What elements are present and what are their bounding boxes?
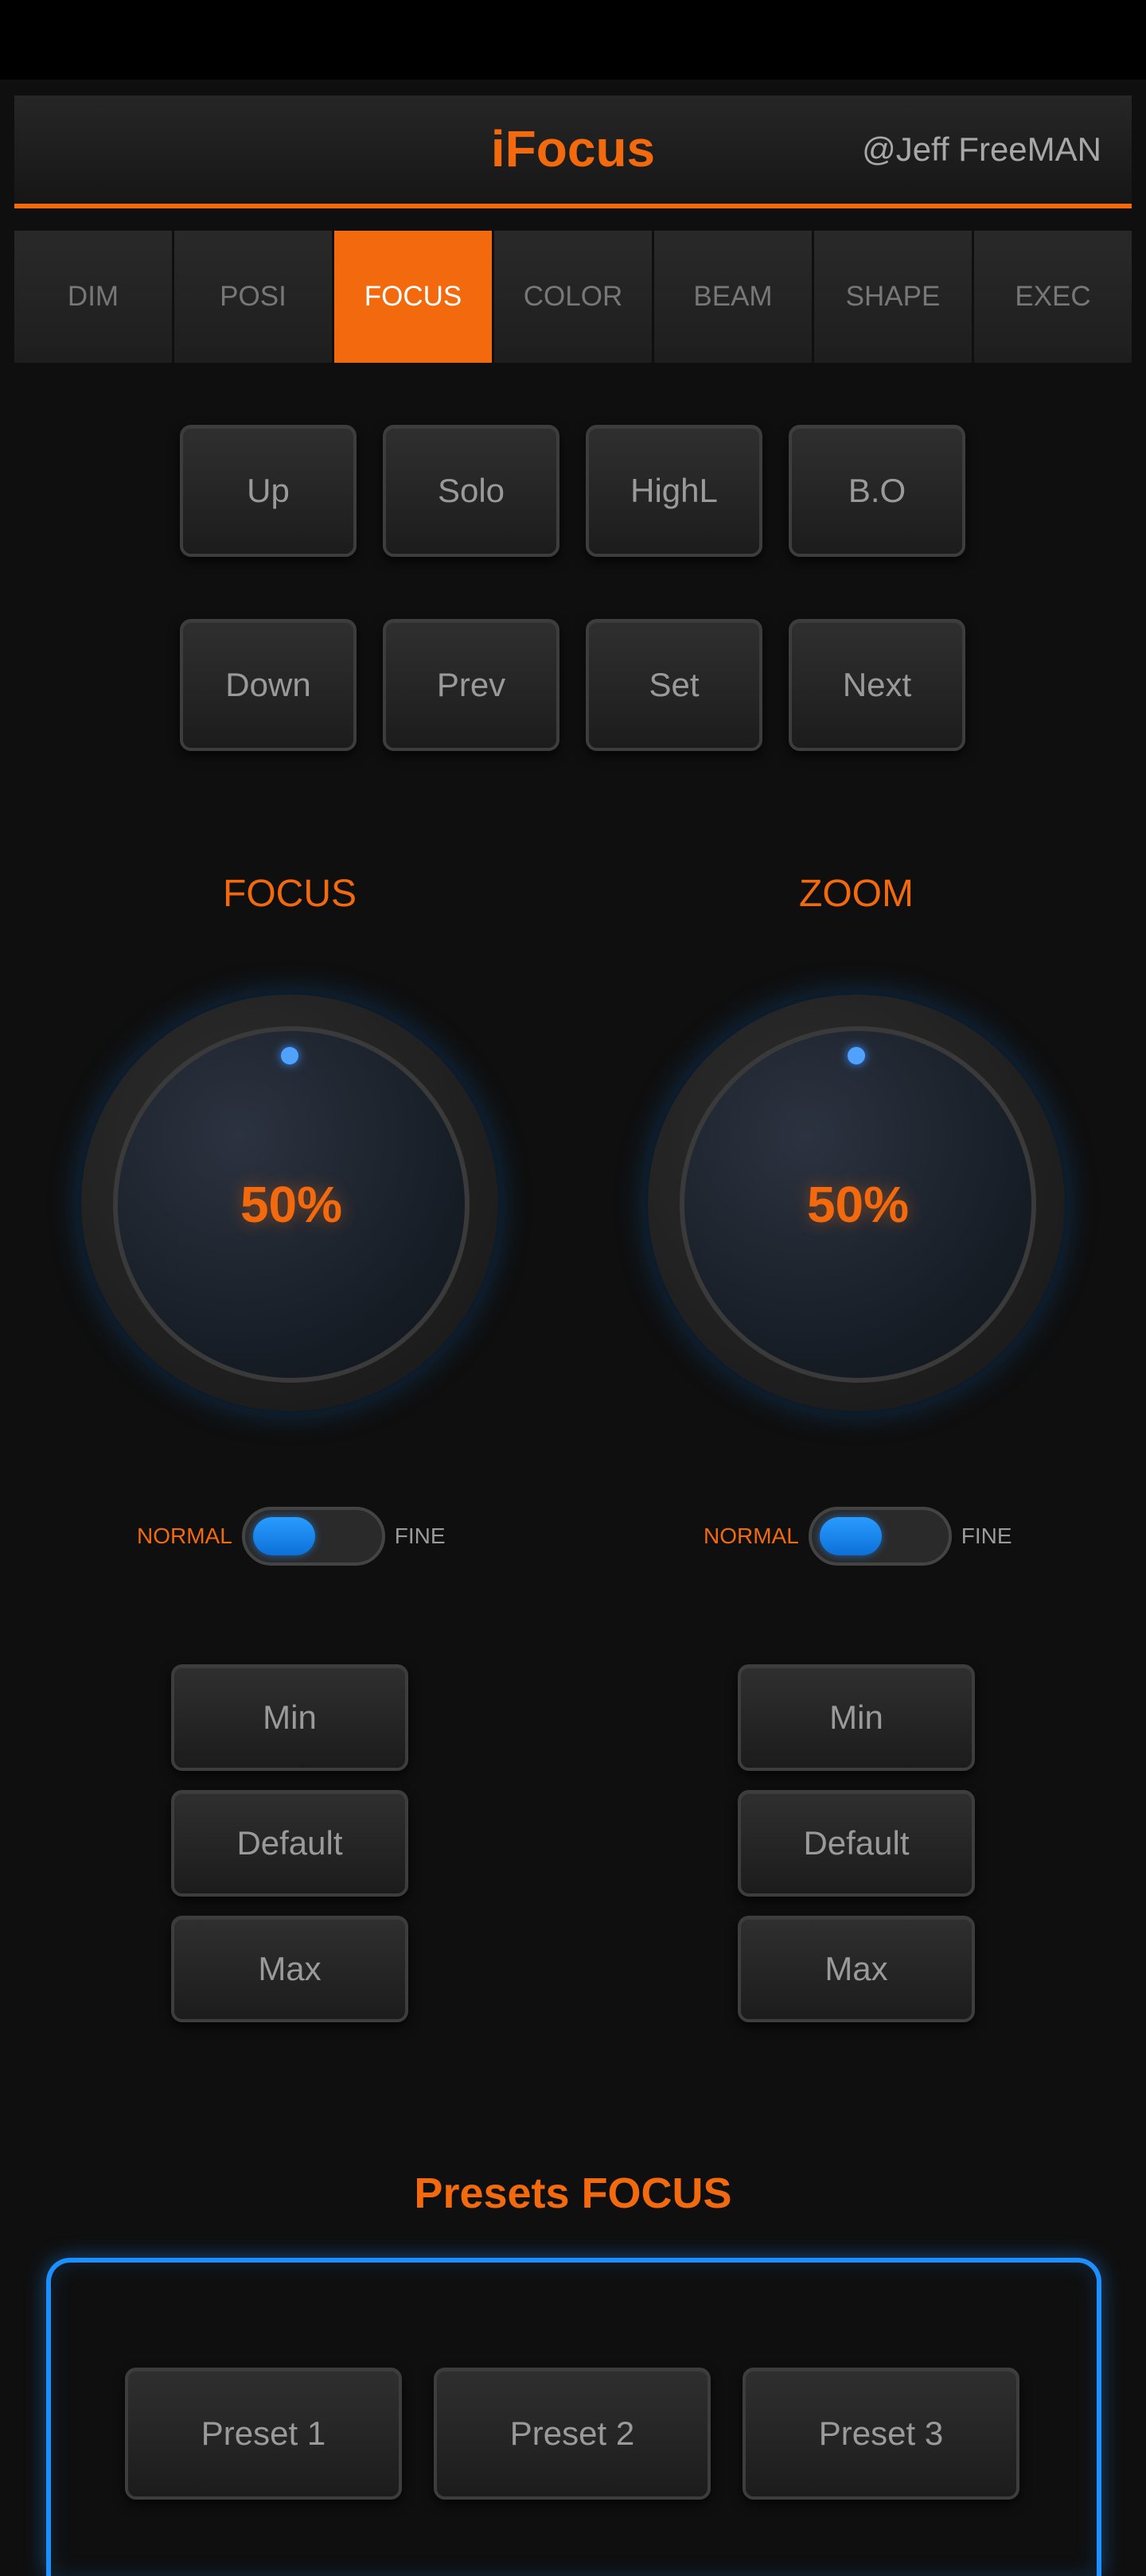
zoom-min-button[interactable]: Min [738, 1664, 975, 1771]
zoom-knob[interactable]: 50% [648, 994, 1065, 1411]
focus-normal-label: NORMAL [137, 1523, 232, 1548]
focus-max-button[interactable]: Max [171, 1916, 408, 2022]
tab-beam[interactable]: BEAM [654, 231, 814, 363]
highlight-button[interactable]: HighL [586, 425, 762, 557]
focus-knob-value: 50% [240, 1176, 343, 1233]
down-button[interactable]: Down [180, 619, 357, 751]
focus-knob-face: 50% [113, 1026, 470, 1383]
zoom-default-button[interactable]: Default [738, 1790, 975, 1897]
preset-3-button[interactable]: Preset 3 [743, 2368, 1019, 2500]
zoom-max-button[interactable]: Max [738, 1916, 975, 2022]
zoom-normal-label: NORMAL [704, 1523, 799, 1548]
user-handle: @Jeff FreeMAN [862, 130, 1101, 168]
zoom-mode-toggle-row: NORMAL FINE [704, 1507, 1054, 1566]
prev-button[interactable]: Prev [383, 619, 559, 751]
preset-1-button[interactable]: Preset 1 [125, 2368, 402, 2500]
tab-posi[interactable]: POSI [174, 231, 334, 363]
focus-fine-label: FINE [394, 1523, 446, 1548]
zoom-knob-value: 50% [806, 1176, 910, 1233]
category-tabs: DIM POSI FOCUS COLOR BEAM SHAPE EXEC [14, 231, 1132, 363]
focus-switch-thumb [252, 1517, 315, 1555]
tab-dim[interactable]: DIM [14, 231, 174, 363]
focus-knob-label: FOCUS [223, 873, 357, 915]
blackout-button[interactable]: B.O [789, 425, 965, 557]
focus-default-button[interactable]: Default [171, 1790, 408, 1897]
presets-title: Presets FOCUS [414, 2169, 732, 2217]
zoom-switch-thumb [819, 1517, 882, 1555]
tab-focus[interactable]: FOCUS [334, 231, 494, 363]
set-button[interactable]: Set [586, 619, 762, 751]
tab-exec[interactable]: EXEC [974, 231, 1132, 363]
zoom-knob-indicator [848, 1047, 865, 1064]
focus-knob-indicator [281, 1047, 298, 1064]
solo-button[interactable]: Solo [383, 425, 559, 557]
zoom-knob-face: 50% [680, 1026, 1036, 1383]
zoom-fine-label: FINE [961, 1523, 1012, 1548]
focus-fine-switch[interactable] [241, 1507, 385, 1566]
zoom-fine-switch[interactable] [808, 1507, 952, 1566]
next-button[interactable]: Next [789, 619, 965, 751]
app-header: iFocus @Jeff FreeMAN [14, 95, 1132, 208]
focus-knob[interactable]: 50% [81, 994, 498, 1411]
zoom-knob-label: ZOOM [799, 873, 914, 915]
up-button[interactable]: Up [180, 425, 357, 557]
focus-mode-toggle-row: NORMAL FINE [137, 1507, 487, 1566]
tab-shape[interactable]: SHAPE [814, 231, 974, 363]
preset-2-button[interactable]: Preset 2 [434, 2368, 711, 2500]
tab-color[interactable]: COLOR [494, 231, 654, 363]
focus-min-button[interactable]: Min [171, 1664, 408, 1771]
status-bar [0, 0, 1146, 80]
